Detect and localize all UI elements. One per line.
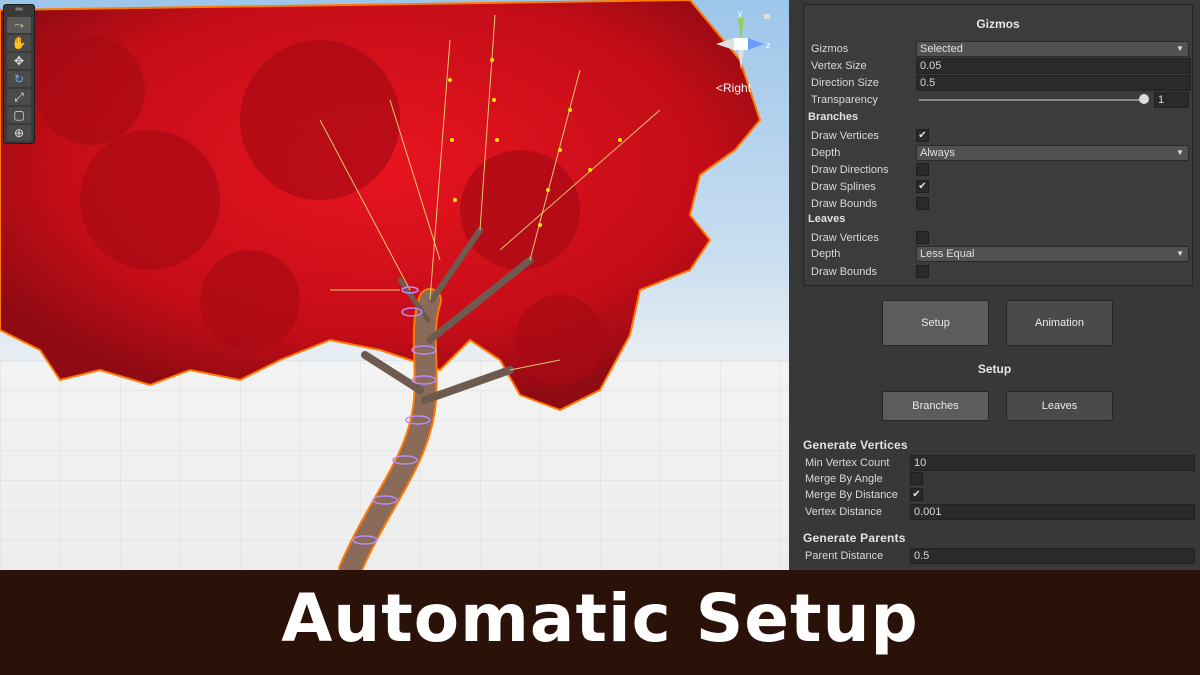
inspector-panel: Gizmos Gizmos Selected ▼ Vertex Size 0.05… (789, 0, 1200, 570)
min-vertex-count-field[interactable]: 10 (910, 455, 1195, 471)
vertex-size-field[interactable]: 0.05 (916, 58, 1191, 74)
leaves-header: Leaves (808, 213, 846, 225)
animation-tab-button[interactable]: Animation (1006, 300, 1113, 346)
custom-tool-icon[interactable]: ⤳ (7, 17, 31, 33)
transparency-row: Transparency 1 (811, 92, 1191, 108)
branches-header: Branches (808, 111, 859, 123)
branches-tab-button[interactable]: Branches (882, 391, 989, 421)
chevron-down-icon: ▼ (1176, 148, 1184, 157)
vertex-size-row: Vertex Size 0.05 (811, 58, 1191, 74)
y-axis-label: y (738, 8, 743, 18)
b-draw-vertices-label: Draw Vertices (811, 130, 879, 142)
transparency-slider[interactable] (919, 99, 1141, 101)
move-tool-icon[interactable]: ✥ (7, 53, 31, 69)
vertex-distance-row: Vertex Distance 0.001 (805, 504, 1195, 520)
title-banner: Automatic Setup (0, 570, 1200, 675)
transparency-label: Transparency (811, 94, 878, 106)
scene-view[interactable]: ═ ⤳ ✋ ✥ ↻ ⤢ ▢ ⊕ y z <Right (0, 0, 789, 570)
gizmos-box: Gizmos Gizmos Selected ▼ Vertex Size 0.05… (803, 4, 1193, 286)
l-depth-dropdown[interactable]: Less Equal ▼ (916, 246, 1189, 262)
view-label[interactable]: <Right (716, 81, 751, 95)
l-draw-vertices-row: Draw Vertices (811, 230, 1191, 246)
merge-by-angle-checkbox[interactable] (910, 472, 923, 485)
gizmos-title: Gizmos (976, 17, 1020, 31)
b-draw-vertices-checkbox[interactable]: ✔ (916, 129, 929, 142)
parent-distance-field[interactable]: 0.5 (910, 548, 1195, 564)
b-draw-splines-checkbox[interactable]: ✔ (916, 180, 929, 193)
z-axis-label: z (766, 40, 771, 50)
gizmos-dropdown[interactable]: Selected ▼ (916, 41, 1189, 57)
toolbar-grip[interactable]: ═ (4, 5, 34, 15)
l-draw-vertices-label: Draw Vertices (811, 232, 879, 244)
setup-tab-button[interactable]: Setup (882, 300, 989, 346)
gizmos-row: Gizmos Selected ▼ (811, 41, 1191, 57)
b-draw-directions-label: Draw Directions (811, 164, 889, 176)
min-vertex-count-label: Min Vertex Count (805, 457, 890, 469)
leaves-tab-button[interactable]: Leaves (1006, 391, 1113, 421)
l-depth-label: Depth (811, 248, 841, 260)
banner-title: Automatic Setup (281, 580, 919, 657)
merge-by-distance-label: Merge By Distance (805, 489, 898, 501)
direction-size-label: Direction Size (811, 77, 879, 89)
b-draw-directions-checkbox[interactable] (916, 163, 929, 176)
b-draw-splines-label: Draw Splines (811, 181, 876, 193)
direction-size-row: Direction Size 0.5 (811, 75, 1191, 91)
vertex-size-label: Vertex Size (811, 60, 867, 72)
orientation-gizmo[interactable]: y z <Right (694, 4, 786, 102)
b-draw-bounds-row: Draw Bounds (811, 196, 1191, 212)
merge-by-angle-label: Merge By Angle (805, 473, 883, 485)
transform-tool-icon[interactable]: ⊕ (7, 125, 31, 141)
l-draw-bounds-row: Draw Bounds (811, 264, 1191, 280)
setup-header: Setup (977, 362, 1012, 376)
scene-toolbar: ═ ⤳ ✋ ✥ ↻ ⤢ ▢ ⊕ (3, 4, 35, 144)
rotate-tool-icon[interactable]: ↻ (7, 71, 31, 87)
b-depth-row: Depth Always ▼ (811, 145, 1191, 161)
axis-gizmo-icon[interactable]: y z (694, 4, 786, 79)
chevron-down-icon: ▼ (1176, 44, 1184, 53)
b-draw-bounds-checkbox[interactable] (916, 197, 929, 210)
parent-distance-label: Parent Distance (805, 550, 884, 562)
scale-tool-icon[interactable]: ⤢ (7, 89, 31, 105)
gizmos-label: Gizmos (811, 43, 849, 55)
b-draw-vertices-row: Draw Vertices ✔ (811, 128, 1191, 144)
min-vertex-count-row: Min Vertex Count 10 (805, 455, 1195, 471)
tree-render (0, 0, 789, 570)
generate-parents-title: Generate Parents (803, 531, 906, 545)
l-draw-bounds-checkbox[interactable] (916, 265, 929, 278)
l-draw-bounds-label: Draw Bounds (811, 266, 878, 278)
lock-icon (764, 14, 770, 19)
b-draw-directions-row: Draw Directions (811, 162, 1191, 178)
vertex-distance-label: Vertex Distance (805, 506, 883, 518)
b-draw-bounds-label: Draw Bounds (811, 198, 878, 210)
transparency-slider-knob[interactable] (1139, 94, 1149, 104)
b-draw-splines-row: Draw Splines ✔ (811, 179, 1191, 195)
merge-by-distance-checkbox[interactable]: ✔ (910, 488, 923, 501)
parent-distance-row: Parent Distance 0.5 (805, 548, 1195, 564)
l-draw-vertices-checkbox[interactable] (916, 231, 929, 244)
generate-vertices-title: Generate Vertices (803, 438, 908, 452)
rect-tool-icon[interactable]: ▢ (7, 107, 31, 123)
direction-size-field[interactable]: 0.5 (916, 75, 1191, 91)
b-depth-label: Depth (811, 147, 841, 159)
transparency-field[interactable]: 1 (1154, 92, 1189, 108)
merge-by-distance-row: Merge By Distance ✔ (805, 487, 1195, 503)
l-depth-row: Depth Less Equal ▼ (811, 246, 1191, 262)
hand-tool-icon[interactable]: ✋ (7, 35, 31, 51)
chevron-down-icon: ▼ (1176, 249, 1184, 258)
vertex-distance-field[interactable]: 0.001 (910, 504, 1195, 520)
merge-by-angle-row: Merge By Angle (805, 471, 1195, 487)
b-depth-dropdown[interactable]: Always ▼ (916, 145, 1189, 161)
